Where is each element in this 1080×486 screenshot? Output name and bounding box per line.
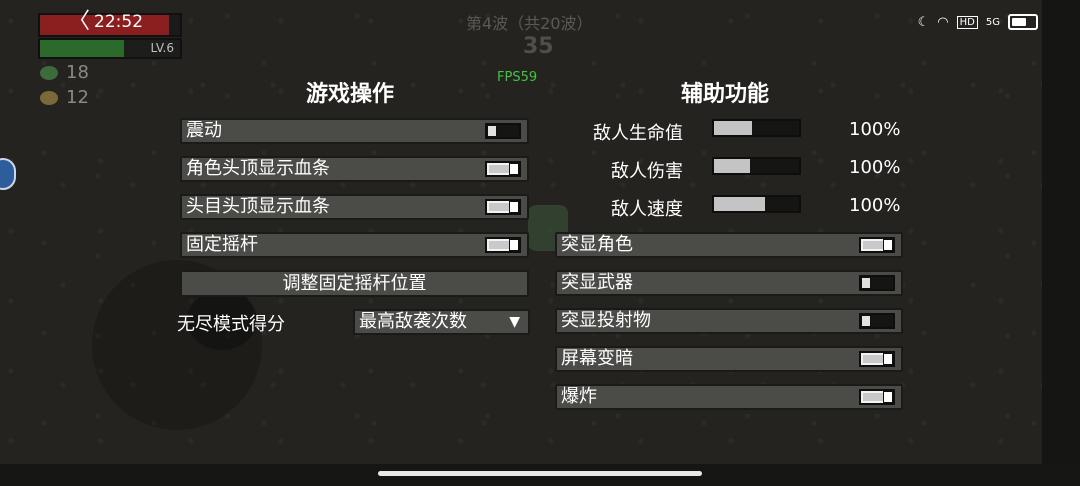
- fixed-joystick-toggle[interactable]: [485, 237, 521, 253]
- highlight-character-toggle[interactable]: [859, 237, 895, 253]
- home-indicator[interactable]: [378, 471, 702, 476]
- enemy-health-value: 100%: [849, 119, 901, 140]
- setting-label: 屏幕变暗: [561, 348, 633, 369]
- back-button[interactable]: 〈 22:52: [68, 9, 144, 34]
- toggle-knob: [509, 239, 519, 251]
- material-icon: [40, 65, 58, 80]
- dropdown-arrow-icon: ▼: [509, 314, 520, 330]
- setting-label: 突显角色: [561, 234, 633, 255]
- highlight-projectile-toggle[interactable]: [859, 313, 895, 329]
- explosion-toggle[interactable]: [859, 389, 895, 405]
- wave-timer: 35: [523, 34, 554, 59]
- setting-highlight-weapon[interactable]: 突显武器: [555, 270, 903, 296]
- hd-icon: HD: [956, 15, 978, 29]
- setting-fixed-joystick[interactable]: 固定摇杆: [180, 232, 529, 258]
- materials-counter: 18: [40, 62, 89, 83]
- setting-darken-screen[interactable]: 屏幕变暗: [555, 346, 903, 372]
- setting-label: 固定摇杆: [186, 234, 258, 255]
- toggle-knob: [509, 163, 519, 175]
- bag-icon: [40, 90, 58, 105]
- toggle-knob: [861, 277, 871, 289]
- wifi-icon: ◠: [937, 14, 949, 30]
- fps-counter: FPS59: [497, 70, 538, 85]
- experience-bar: LV.6: [38, 38, 182, 59]
- bag-counter: 12: [40, 87, 89, 108]
- wave-label: 第4波（共20波）: [466, 14, 593, 33]
- enemy-health-slider[interactable]: [712, 119, 801, 137]
- screen-edge-shade: [1042, 0, 1080, 486]
- enemy-speed-slider[interactable]: [712, 195, 801, 213]
- setting-label: 突显武器: [561, 272, 633, 293]
- endless-score-label: 无尽模式得分: [177, 314, 285, 335]
- enemy-speed-value: 100%: [849, 195, 901, 216]
- game-controls-title: 游戏操作: [306, 82, 395, 107]
- toggle-knob: [509, 201, 519, 213]
- toggle-knob: [883, 353, 893, 365]
- bag-count: 12: [66, 87, 89, 108]
- adjust-joystick-button[interactable]: 调整固定摇杆位置: [180, 270, 529, 297]
- boss-hp-bar-toggle[interactable]: [485, 199, 521, 215]
- vibration-toggle[interactable]: [485, 123, 521, 139]
- slider-fill: [714, 197, 765, 211]
- enemy-damage-slider[interactable]: [712, 157, 801, 175]
- setting-label: 震动: [186, 120, 222, 141]
- toggle-knob: [883, 239, 893, 251]
- highlight-weapon-toggle[interactable]: [859, 275, 895, 291]
- toggle-knob: [487, 125, 497, 137]
- enemy-health-label: 敌人生命值: [593, 123, 683, 144]
- player-hp-bar-toggle[interactable]: [485, 161, 521, 177]
- enemy-damage-value: 100%: [849, 157, 901, 178]
- setting-explosion[interactable]: 爆炸: [555, 384, 903, 410]
- setting-vibration[interactable]: 震动: [180, 118, 529, 144]
- slider-fill: [714, 159, 750, 173]
- moon-icon: ☾: [917, 14, 930, 30]
- setting-label: 角色头顶显示血条: [186, 158, 330, 179]
- back-chevron-icon: 〈: [68, 9, 91, 34]
- toggle-knob: [861, 315, 871, 327]
- level-label: LV.6: [150, 41, 174, 55]
- darken-screen-toggle[interactable]: [859, 351, 895, 367]
- clock: 22:52: [94, 12, 144, 32]
- enemy-speed-label: 敌人速度: [611, 199, 683, 220]
- materials-count: 18: [66, 62, 89, 83]
- setting-label: 爆炸: [561, 386, 597, 407]
- enemy-damage-label: 敌人伤害: [611, 161, 683, 182]
- experience-bar-fill: [40, 40, 124, 57]
- signal-icon: 5G: [985, 16, 1000, 28]
- setting-highlight-projectile[interactable]: 突显投射物: [555, 308, 903, 334]
- setting-label: 突显投射物: [561, 310, 651, 331]
- assist-title: 辅助功能: [681, 82, 770, 107]
- setting-player-hp-bar[interactable]: 角色头顶显示血条: [180, 156, 529, 182]
- setting-boss-hp-bar[interactable]: 头目头顶显示血条: [180, 194, 529, 220]
- setting-highlight-character[interactable]: 突显角色: [555, 232, 903, 258]
- select-value: 最高敌袭次数: [359, 311, 467, 332]
- setting-label: 头目头顶显示血条: [186, 196, 330, 217]
- slider-fill: [714, 121, 753, 135]
- toggle-knob: [883, 391, 893, 403]
- endless-score-select[interactable]: 最高敌袭次数 ▼: [353, 309, 530, 335]
- battery-icon: [1008, 14, 1038, 30]
- system-status-icons: ☾ ◠ HD 5G: [918, 14, 1038, 30]
